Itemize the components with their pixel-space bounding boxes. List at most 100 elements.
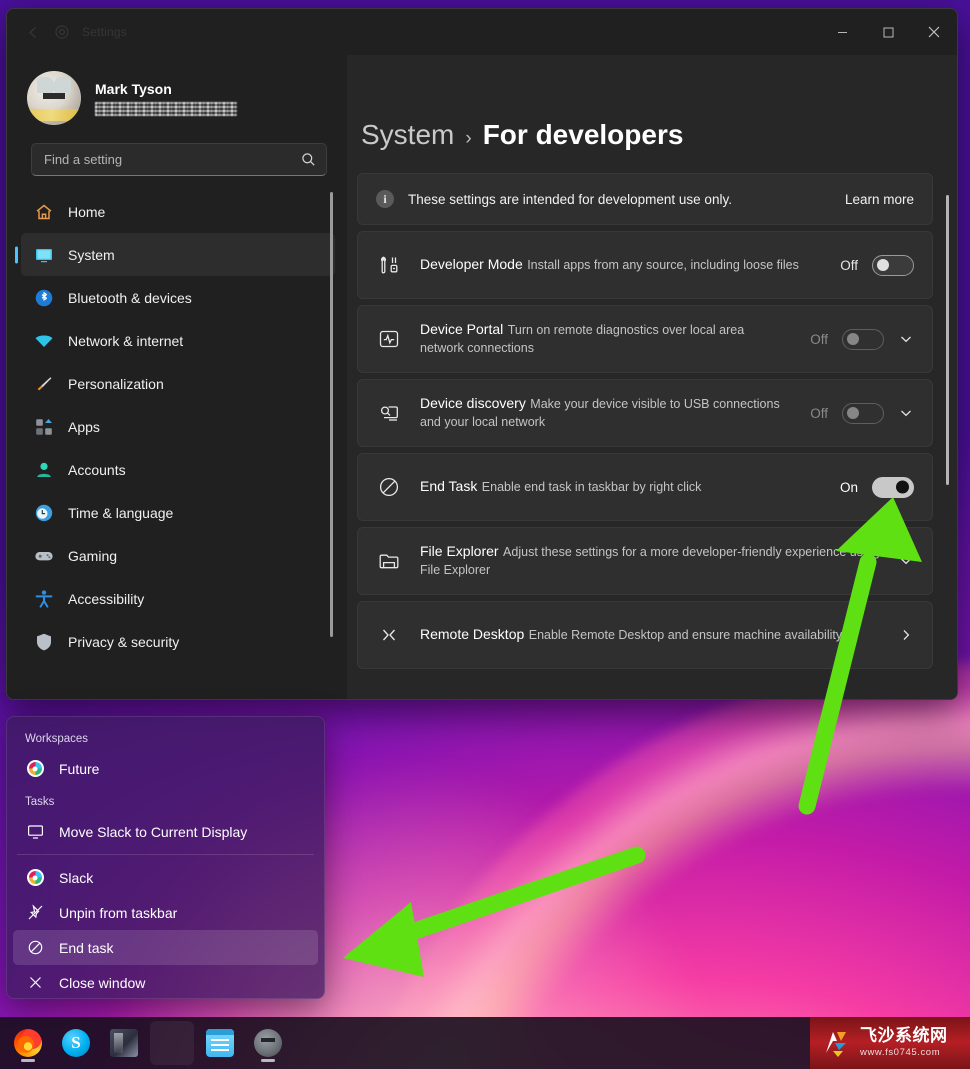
taskbar-item-firefox[interactable] [6, 1021, 50, 1065]
watermark-logo-icon [822, 1028, 852, 1058]
slack-icon [25, 868, 45, 888]
card-controls: Off [806, 402, 914, 424]
chevron-right-icon[interactable] [898, 628, 914, 642]
device-portal-toggle[interactable] [842, 328, 884, 350]
card-developer-mode[interactable]: Developer Mode Install apps from any sou… [357, 231, 933, 299]
learn-more-link[interactable]: Learn more [845, 192, 914, 207]
settings-app-icon [54, 24, 70, 40]
window-title: Settings [82, 25, 127, 39]
card-text: File Explorer Adjust these settings for … [420, 543, 880, 579]
close-button[interactable] [911, 9, 957, 55]
context-menu-item-move-slack[interactable]: Move Slack to Current Display [13, 814, 318, 849]
sidebar-item-home[interactable]: Home [21, 190, 335, 233]
card-controls [898, 628, 914, 642]
context-menu-item-end-task[interactable]: End task [13, 930, 318, 965]
monitor-icon [25, 822, 45, 842]
end-task-toggle[interactable] [872, 476, 914, 498]
context-menu-section-tasks: Tasks [25, 796, 55, 808]
main-content: System › For developers i These settings… [347, 55, 957, 699]
sidebar-item-system[interactable]: System [21, 233, 335, 276]
accessibility-icon [33, 588, 54, 609]
taskbar-item-active-app[interactable] [150, 1021, 194, 1065]
info-banner-text: These settings are intended for developm… [408, 191, 732, 207]
back-button[interactable] [25, 24, 42, 41]
search-input[interactable] [44, 152, 301, 167]
device-discovery-toggle[interactable] [842, 402, 884, 424]
context-menu-item-slack[interactable]: Slack [13, 860, 318, 895]
window-body: Mark Tyson Find a setting Home System Bl… [7, 55, 957, 699]
chevron-down-icon[interactable] [898, 406, 914, 420]
context-menu-item-label: Move Slack to Current Display [59, 823, 248, 840]
card-controls: On [836, 476, 914, 498]
card-title: Remote Desktop [420, 625, 525, 642]
watermark-url: www.fs0745.com [860, 1047, 941, 1059]
block-icon [376, 474, 402, 500]
profile-name: Mark Tyson [95, 80, 172, 97]
block-icon [25, 938, 45, 958]
chevron-down-icon[interactable] [898, 332, 914, 346]
chevron-down-icon[interactable] [898, 554, 914, 568]
sidebar-item-network-internet[interactable]: Network & internet [21, 319, 335, 362]
card-title: Device Portal [420, 320, 504, 337]
minimize-button[interactable] [819, 9, 865, 55]
system-icon [33, 244, 54, 265]
remote-desktop-icon [376, 622, 402, 648]
taskbar-item-dark-app[interactable] [102, 1021, 146, 1065]
close-icon [25, 973, 45, 993]
context-menu-item-label: End task [59, 939, 114, 956]
developer-mode-toggle[interactable] [872, 254, 914, 276]
sidebar: Mark Tyson Find a setting Home System Bl… [7, 55, 347, 699]
context-menu-item-label: Close window [59, 974, 146, 991]
user-profile[interactable]: Mark Tyson [7, 55, 347, 135]
card-text: Device Portal Turn on remote diagnostics… [420, 321, 788, 357]
context-menu-item-future[interactable]: Future [13, 751, 318, 786]
clock-icon [33, 502, 54, 523]
sidebar-item-accessibility[interactable]: Accessibility [21, 577, 335, 620]
sidebar-item-bluetooth-devices[interactable]: Bluetooth & devices [21, 276, 335, 319]
search-box[interactable] [31, 143, 327, 176]
taskbar-item-skype[interactable]: S [54, 1021, 98, 1065]
card-subtitle: Enable Remote Desktop and ensure machine… [528, 627, 843, 642]
card-remote-desktop[interactable]: Remote Desktop Enable Remote Desktop and… [357, 601, 933, 669]
card-device-portal[interactable]: Device Portal Turn on remote diagnostics… [357, 305, 933, 373]
sidebar-item-apps[interactable]: Apps [21, 405, 335, 448]
unpin-icon [25, 903, 45, 923]
context-menu-item-close-window[interactable]: Close window [13, 965, 318, 998]
sidebar-item-label: Gaming [68, 547, 118, 564]
slack-icon [25, 759, 45, 779]
avatar [27, 71, 81, 125]
tools-icon [376, 252, 402, 278]
avatar-detail-eyes [43, 93, 65, 99]
card-title: End Task [420, 477, 478, 494]
card-controls [898, 554, 914, 568]
title-bar-left: Settings [7, 24, 127, 41]
taskbar-item-notepad[interactable] [198, 1021, 242, 1065]
dark-app-icon [110, 1029, 138, 1057]
sidebar-scrollbar[interactable] [330, 192, 333, 637]
title-bar: Settings [7, 9, 957, 55]
card-text: End Task Enable end task in taskbar by r… [420, 478, 818, 496]
card-device-discovery[interactable]: Device discovery Make your device visibl… [357, 379, 933, 447]
info-banner: i These settings are intended for develo… [357, 173, 933, 225]
sidebar-item-label: Home [68, 203, 106, 220]
card-title: Device discovery [420, 394, 526, 411]
taskbar-item-hippo-app[interactable] [246, 1021, 290, 1065]
main-scrollbar[interactable] [946, 195, 949, 485]
context-menu-item-unpin[interactable]: Unpin from taskbar [13, 895, 318, 930]
context-menu-item-label: Future [59, 760, 100, 777]
toggle-state-label: On [839, 479, 858, 495]
page-title: For developers [482, 119, 684, 150]
sidebar-item-label: Bluetooth & devices [68, 289, 192, 306]
sidebar-item-personalization[interactable]: Personalization [21, 362, 335, 405]
toggle-state-label: Off [840, 257, 858, 273]
sidebar-item-label: Personalization [68, 375, 164, 392]
breadcrumb-separator-icon: › [465, 128, 472, 149]
sidebar-item-time-language[interactable]: Time & language [21, 491, 335, 534]
sidebar-item-accounts[interactable]: Accounts [21, 448, 335, 491]
sidebar-item-gaming[interactable]: Gaming [21, 534, 335, 577]
card-end-task[interactable]: End Task Enable end task in taskbar by r… [357, 453, 933, 521]
maximize-button[interactable] [865, 9, 911, 55]
card-file-explorer[interactable]: File Explorer Adjust these settings for … [357, 527, 933, 595]
sidebar-item-privacy-security[interactable]: Privacy & security [21, 620, 335, 663]
breadcrumb-parent[interactable]: System [361, 119, 454, 151]
